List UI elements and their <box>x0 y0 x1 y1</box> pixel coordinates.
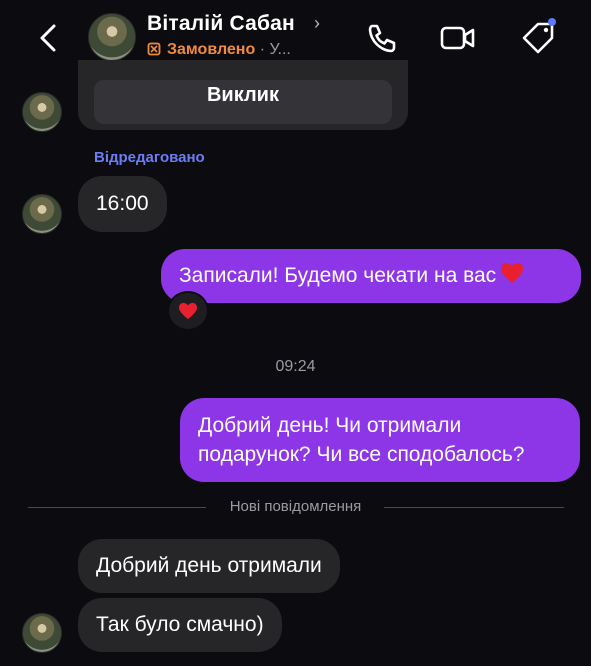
message-text: Записали! Будемо чекати на вас <box>179 264 497 287</box>
message-text: Добрий день! Чи отримали подарунок? Чи в… <box>198 414 525 466</box>
video-call-button[interactable] <box>438 18 478 58</box>
contact-avatar-small[interactable] <box>22 92 62 132</box>
new-messages-label: Нові повідомлення <box>229 498 362 515</box>
heart-icon <box>501 263 524 283</box>
order-status[interactable]: Замовлено · У... <box>147 41 291 59</box>
call-label: Виклик <box>206 84 279 106</box>
call-bubble[interactable]: Виклик <box>78 60 408 130</box>
message-text: Так було смачно) <box>96 613 264 636</box>
back-button[interactable] <box>32 18 68 58</box>
phone-icon <box>368 24 396 53</box>
message-text: Добрий день отримали <box>96 554 322 577</box>
chevron-right-icon[interactable]: › <box>314 13 320 34</box>
video-camera-icon <box>440 26 475 50</box>
contact-avatar-small[interactable] <box>22 194 62 234</box>
heart-emoji <box>500 262 524 290</box>
order-icon <box>147 42 161 56</box>
order-status-label: Замовлено <box>167 41 256 58</box>
contact-name[interactable]: Віталій Сабан <box>147 12 295 36</box>
call-button[interactable] <box>362 18 402 58</box>
contact-avatar-small[interactable] <box>22 613 62 653</box>
notification-dot <box>548 18 556 26</box>
chevron-left-icon <box>40 24 56 52</box>
label-button[interactable] <box>518 18 558 58</box>
edited-label: Відредаговано <box>94 149 205 166</box>
message-text: 16:00 <box>96 192 149 215</box>
message-outgoing[interactable]: Записали! Будемо чекати на вас <box>161 249 581 303</box>
contact-avatar[interactable] <box>88 13 136 61</box>
call-button-inner[interactable]: Виклик <box>94 80 392 124</box>
message-outgoing[interactable]: Добрий день! Чи отримали подарунок? Чи в… <box>180 398 580 482</box>
message-incoming[interactable]: 16:00 <box>78 176 167 232</box>
message-incoming[interactable]: Так було смачно) <box>78 598 282 652</box>
message-incoming[interactable]: Добрий день отримали <box>78 539 340 593</box>
timestamp: 09:24 <box>275 358 316 375</box>
reaction-badge[interactable] <box>167 291 209 331</box>
status-suffix: · У... <box>259 41 291 58</box>
heart-icon <box>179 302 197 320</box>
